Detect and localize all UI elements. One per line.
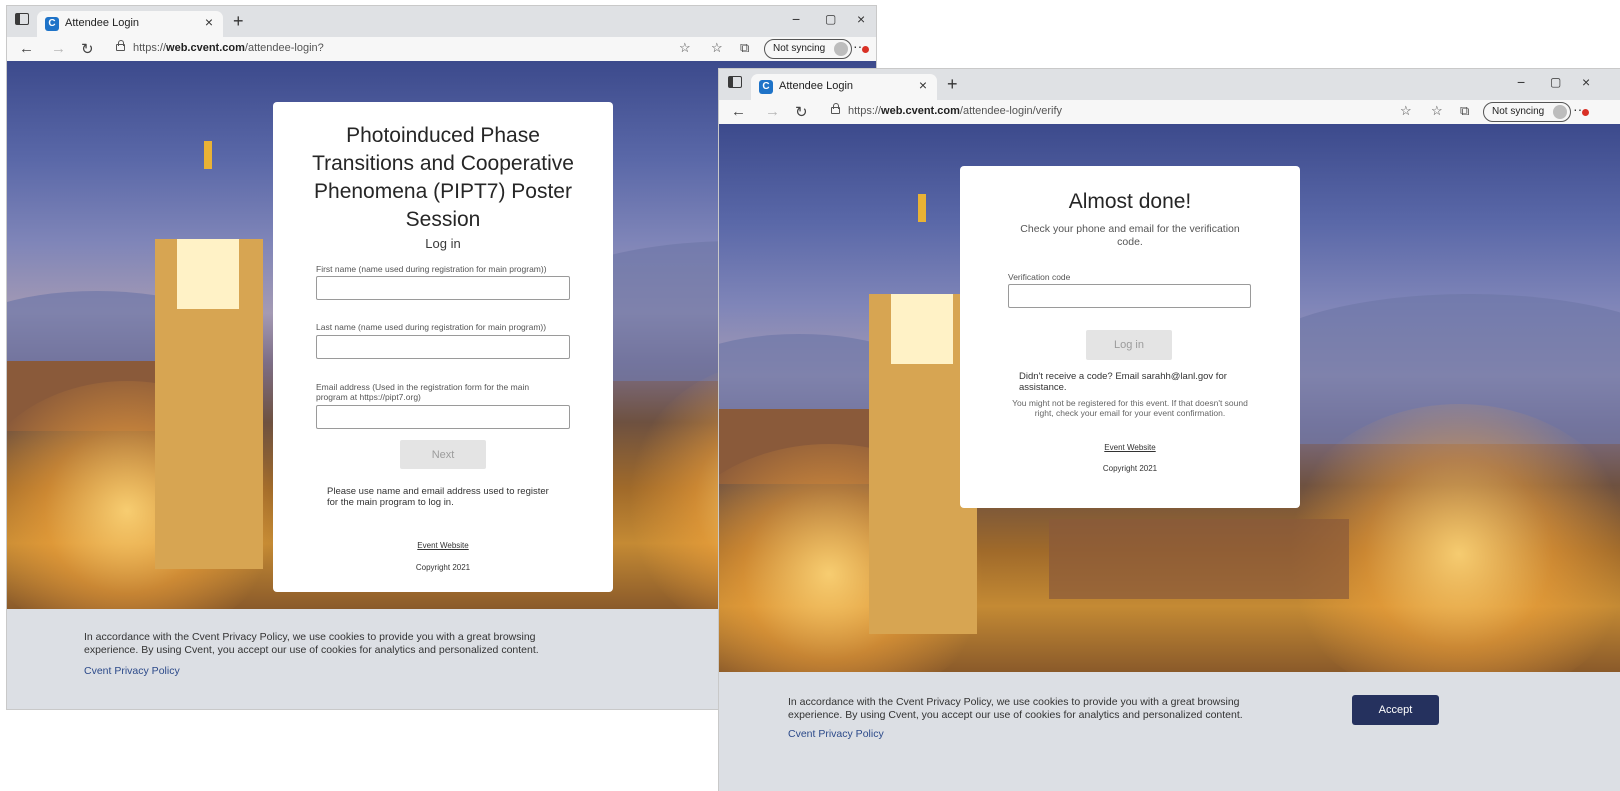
reload-icon[interactable]: ↻ [795, 103, 808, 121]
email-label: Email address (Used in the registration … [316, 382, 530, 402]
notification-dot-icon [862, 46, 869, 53]
browser-window-verify: C Attendee Login × + − ▢ × ← → ↻ https:/… [718, 68, 1620, 791]
event-website-link[interactable]: Event Website [273, 541, 613, 550]
new-tab-icon[interactable]: + [233, 11, 244, 32]
minimize-icon[interactable]: − [792, 11, 800, 27]
verification-code-input[interactable] [1008, 284, 1251, 308]
back-icon[interactable]: ← [731, 103, 746, 120]
login-note: Please use name and email address used t… [327, 486, 549, 508]
more-options-icon[interactable]: ··· [1573, 101, 1589, 117]
address-bar: ← → ↻ https://web.cvent.com/attendee-log… [719, 100, 1620, 125]
minimize-icon[interactable]: − [1517, 74, 1525, 90]
copyright: Copyright 2021 [415, 563, 471, 572]
cvent-favicon-icon: C [759, 80, 773, 94]
login-card: Photoinduced Phase Transitions and Coope… [273, 102, 613, 592]
tab-attendee-login[interactable]: C Attendee Login × [37, 11, 223, 37]
copyright: Copyright 2021 [1102, 464, 1158, 473]
tab-close-icon[interactable]: × [205, 14, 213, 30]
title-bar: C Attendee Login × + − ▢ × [719, 69, 1620, 100]
forward-icon[interactable]: → [51, 40, 66, 57]
profile-avatar-icon [834, 42, 848, 56]
next-button[interactable]: Next [400, 440, 486, 469]
favorites-icon[interactable]: ☆ [711, 40, 723, 56]
window-close-icon[interactable]: × [857, 11, 865, 27]
last-name-input[interactable] [316, 335, 570, 359]
forward-icon[interactable]: → [765, 103, 780, 120]
privacy-policy-link[interactable]: Cvent Privacy Policy [84, 665, 180, 677]
verification-card: Almost done! Check your phone and email … [960, 166, 1300, 508]
title-bar: C Attendee Login × + − ▢ × [7, 6, 876, 37]
sync-status-button[interactable]: Not syncing [1483, 102, 1571, 122]
collections-icon[interactable]: ⧉ [1460, 103, 1469, 119]
read-aloud-icon[interactable]: ☆ [1400, 103, 1412, 119]
more-options-icon[interactable]: ··· [853, 38, 869, 54]
accept-button[interactable]: Accept [1352, 695, 1439, 725]
read-aloud-icon[interactable]: ☆ [679, 40, 691, 56]
login-heading: Log in [425, 236, 461, 251]
url-field[interactable]: https://web.cvent.com/attendee-login/ver… [848, 105, 1062, 117]
tab-title: Attendee Login [65, 17, 140, 29]
tab-close-icon[interactable]: × [919, 77, 927, 93]
lock-icon[interactable] [831, 103, 840, 114]
email-input[interactable] [316, 405, 570, 429]
event-title: Photoinduced Phase Transitions and Coope… [312, 124, 574, 231]
collections-icon[interactable]: ⧉ [740, 40, 749, 56]
almost-done-heading: Almost done! [1068, 190, 1192, 213]
first-name-label: First name (name used during registratio… [316, 264, 547, 274]
favorites-icon[interactable]: ☆ [1431, 103, 1443, 119]
reload-icon[interactable]: ↻ [81, 40, 94, 58]
cookie-banner-text: In accordance with the Cvent Privacy Pol… [84, 631, 539, 656]
help-text: Didn't receive a code? Email sarahh@lanl… [1019, 371, 1227, 393]
profile-avatar-icon [1553, 105, 1567, 119]
window-close-icon[interactable]: × [1582, 74, 1590, 90]
maximize-icon[interactable]: ▢ [825, 12, 836, 26]
lock-icon[interactable] [116, 40, 125, 51]
login-button[interactable]: Log in [1086, 330, 1172, 360]
registration-note: You might not be registered for this eve… [1012, 398, 1248, 418]
notification-dot-icon [1582, 109, 1589, 116]
maximize-icon[interactable]: ▢ [1550, 75, 1561, 89]
tab-title: Attendee Login [779, 80, 854, 92]
event-website-link[interactable]: Event Website [960, 443, 1300, 452]
url-field[interactable]: https://web.cvent.com/attendee-login? [133, 42, 324, 54]
tab-actions-icon[interactable] [728, 76, 742, 88]
address-bar: ← → ↻ https://web.cvent.com/attendee-log… [7, 37, 876, 62]
last-name-label: Last name (name used during registration… [316, 322, 547, 332]
cvent-favicon-icon: C [45, 17, 59, 31]
back-icon[interactable]: ← [19, 40, 34, 57]
cookie-banner: In accordance with the Cvent Privacy Pol… [719, 672, 1620, 791]
verification-code-label: Verification code [1008, 272, 1071, 282]
verification-instruction: Check your phone and email for the verif… [1020, 223, 1240, 248]
tab-attendee-login[interactable]: C Attendee Login × [751, 74, 937, 100]
first-name-input[interactable] [316, 276, 570, 300]
tab-actions-icon[interactable] [15, 13, 29, 25]
privacy-policy-link[interactable]: Cvent Privacy Policy [788, 728, 884, 740]
sync-status-button[interactable]: Not syncing [764, 39, 852, 59]
cookie-banner-text: In accordance with the Cvent Privacy Pol… [788, 696, 1243, 721]
new-tab-icon[interactable]: + [947, 74, 958, 95]
